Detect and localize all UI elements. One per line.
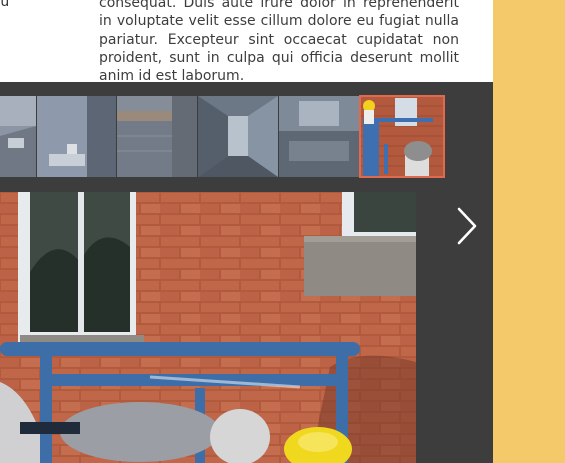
- page-content: Tu consequat. Duis aute irure dolor in r…: [0, 0, 493, 463]
- side-label: Tu: [0, 0, 10, 10]
- thumbnail-image: [360, 96, 444, 177]
- thumbnail-1[interactable]: [0, 96, 36, 177]
- thumbnail-image: [279, 96, 359, 177]
- thumbnail-2[interactable]: [37, 96, 116, 177]
- thumbnail-image: [0, 96, 36, 177]
- thumbnail-image: [37, 96, 116, 177]
- main-photo-image: [0, 192, 416, 463]
- thumbnail-image: [117, 96, 197, 177]
- thumbnail-5[interactable]: [279, 96, 359, 177]
- chevron-right-icon[interactable]: [455, 205, 479, 247]
- main-photo: [0, 192, 416, 463]
- thumbnail-strip: [0, 95, 477, 245]
- thumbnail-6-active[interactable]: [359, 95, 445, 178]
- thumbnail-image: [198, 96, 278, 177]
- thumbnail-4[interactable]: [198, 96, 278, 177]
- body-paragraph: consequat. Duis aute irure dolor in repr…: [99, 0, 459, 82]
- text-section: Tu consequat. Duis aute irure dolor in r…: [0, 0, 493, 82]
- thumbnail-3[interactable]: [117, 96, 197, 177]
